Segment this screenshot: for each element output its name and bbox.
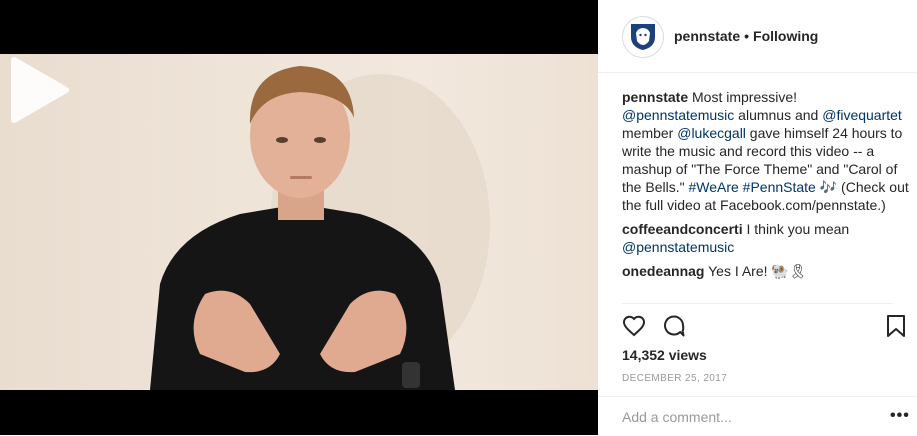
mention-link[interactable]: @lukecgall: [677, 125, 746, 141]
nittany-lion-shield-logo: [631, 24, 655, 50]
video-thumbnail-image: [150, 66, 490, 390]
comment-username[interactable]: onedeannag: [622, 263, 704, 279]
view-count[interactable]: 14,352 views: [622, 347, 707, 363]
mention-link[interactable]: @pennstatemusic: [622, 239, 734, 255]
divider: [622, 303, 893, 304]
hashtag-link[interactable]: #WeAre: [688, 179, 738, 195]
comment-username[interactable]: coffeeandconcerti: [622, 221, 743, 237]
comment-username[interactable]: pennstate: [622, 89, 688, 105]
comments-list: pennstate Most impressive! @pennstatemus…: [622, 88, 909, 286]
following-button[interactable]: Following: [753, 28, 818, 44]
comment: coffeeandconcerti I think you mean @penn…: [622, 220, 909, 256]
header-username[interactable]: pennstate: [674, 28, 740, 44]
heart-icon[interactable]: [622, 314, 646, 338]
post-details-panel: pennstate • Following pennstate Most impre…: [598, 0, 917, 435]
action-bar: [622, 314, 909, 340]
video-frame[interactable]: [0, 54, 598, 390]
comment: onedeannag Yes I Are! 🐏🎗: [622, 262, 909, 280]
comment-text: I think you mean: [742, 221, 850, 237]
caption: pennstate Most impressive! @pennstatemus…: [622, 88, 909, 214]
header-separator: •: [744, 28, 750, 44]
mention-link[interactable]: @fivequartet: [822, 107, 902, 123]
mention-link[interactable]: @pennstatemusic: [622, 107, 734, 123]
post-header: pennstate • Following: [598, 0, 917, 73]
comment-text: member: [622, 125, 678, 141]
comment-text: alumnus and: [734, 107, 823, 123]
play-icon[interactable]: [0, 54, 72, 126]
bookmark-icon[interactable]: [886, 314, 906, 338]
comment-input[interactable]: [622, 409, 862, 425]
comment-text: Most impressive!: [688, 89, 798, 105]
comment-text: Yes I Are! 🐏🎗: [704, 263, 807, 279]
more-options-button[interactable]: •••: [890, 407, 910, 425]
post-date[interactable]: DECEMBER 25, 2017: [622, 373, 727, 384]
hashtag-link[interactable]: #PennState: [743, 179, 816, 195]
add-comment-bar: •••: [598, 396, 917, 436]
header-text: pennstate • Following: [674, 28, 818, 44]
comment-icon[interactable]: [662, 314, 686, 338]
video-player[interactable]: [0, 0, 598, 435]
avatar[interactable]: [622, 16, 664, 58]
